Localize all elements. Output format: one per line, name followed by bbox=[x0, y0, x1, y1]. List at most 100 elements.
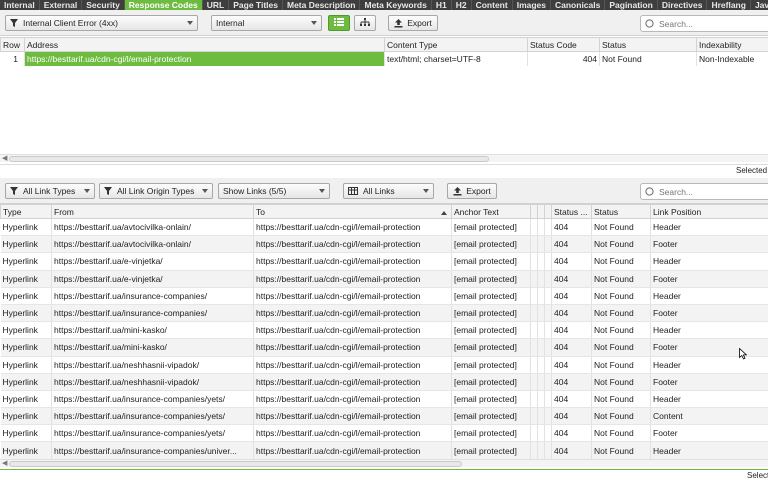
status-code-cell: 404 bbox=[551, 373, 592, 391]
bottom-export-button[interactable]: Export bbox=[447, 183, 497, 199]
empty-cell bbox=[537, 441, 545, 460]
bottom-horizontal-scrollbar[interactable]: ◀ bbox=[0, 459, 768, 467]
status-cell: Not Found bbox=[591, 321, 651, 340]
bottom-search-input[interactable] bbox=[657, 185, 757, 198]
column-header-address[interactable]: Address bbox=[24, 37, 385, 52]
tab-pagination[interactable]: Pagination bbox=[605, 0, 658, 10]
anchor-text-cell: [email protected] bbox=[451, 287, 531, 305]
column-header-content-type[interactable]: Content Type bbox=[384, 37, 528, 52]
from-url-cell: https://besttarif.ua/mini-kasko/ bbox=[51, 321, 254, 340]
table-row[interactable]: Hyperlink https://besttarif.ua/mini-kasko… bbox=[0, 321, 768, 340]
tab-meta-keywords[interactable]: Meta Keywords bbox=[360, 0, 432, 10]
tab-hreflang[interactable]: Hreflang bbox=[707, 0, 751, 10]
empty-cell bbox=[537, 424, 545, 443]
all-links-dropdown[interactable]: All Links bbox=[343, 183, 434, 199]
tab-security[interactable]: Security bbox=[82, 0, 125, 10]
empty-cell bbox=[530, 390, 538, 409]
show-links-dropdown[interactable]: Show Links (5/5) bbox=[218, 183, 330, 199]
tab-external[interactable]: External bbox=[40, 0, 83, 10]
scroll-left-icon[interactable]: ◀ bbox=[2, 460, 7, 467]
column-header-blank[interactable] bbox=[530, 204, 538, 219]
link-position-cell: Footer bbox=[650, 304, 768, 323]
tab-h1[interactable]: H1 bbox=[432, 0, 452, 10]
table-row[interactable]: Hyperlink https://besttarif.ua/neshhasnii… bbox=[0, 356, 768, 374]
anchor-text-cell: [email protected] bbox=[451, 304, 531, 323]
table-row[interactable]: Hyperlink https://besttarif.ua/e-vinjetka… bbox=[0, 270, 768, 288]
link-origin-dropdown[interactable]: All Link Origin Types bbox=[99, 183, 213, 199]
table-row[interactable]: Hyperlink https://besttarif.ua/avtocivilk… bbox=[0, 218, 768, 237]
bottom-selected-status: Selected bbox=[747, 471, 768, 480]
indexability-cell: Non-Indexable bbox=[696, 51, 768, 66]
tab-meta-description[interactable]: Meta Description bbox=[283, 0, 361, 10]
tab-url[interactable]: URL bbox=[203, 0, 230, 10]
search-field[interactable] bbox=[640, 15, 768, 32]
tab-h2[interactable]: H2 bbox=[452, 0, 472, 10]
column-header-anchor-text[interactable]: Anchor Text bbox=[451, 204, 531, 219]
tab-content[interactable]: Content bbox=[472, 0, 513, 10]
table-row[interactable]: Hyperlink https://besttarif.ua/insurance-… bbox=[0, 424, 768, 443]
link-position-cell: Header bbox=[650, 287, 768, 305]
tab-images[interactable]: Images bbox=[513, 0, 551, 10]
anchor-text-cell: [email protected] bbox=[451, 407, 531, 426]
table-row[interactable]: Hyperlink https://besttarif.ua/insurance-… bbox=[0, 304, 768, 323]
column-header-status[interactable]: Status bbox=[591, 204, 651, 219]
table-row[interactable]: 1 https://besttarif.ua/cdn-cgi/l/email-p… bbox=[0, 51, 768, 66]
column-header-blank[interactable] bbox=[544, 204, 552, 219]
list-view-button[interactable] bbox=[328, 15, 350, 31]
export-icon bbox=[394, 18, 403, 28]
empty-cell bbox=[537, 338, 545, 357]
to-url-cell: https://besttarif.ua/cdn-cgi/l/email-pro… bbox=[253, 424, 452, 443]
tab-javascript[interactable]: JavaScript bbox=[751, 0, 768, 10]
scrollbar-thumb[interactable] bbox=[9, 156, 489, 162]
empty-cell bbox=[537, 321, 545, 340]
tree-view-button[interactable] bbox=[354, 15, 376, 31]
column-header-status[interactable]: Status bbox=[599, 37, 697, 52]
tab-page-titles[interactable]: Page Titles bbox=[229, 0, 283, 10]
column-header-status-code[interactable]: Status Code bbox=[527, 37, 600, 52]
column-header-link-position[interactable]: Link Position bbox=[650, 204, 768, 219]
search-input[interactable] bbox=[657, 17, 757, 30]
column-header-type[interactable]: Type bbox=[0, 204, 52, 219]
table-row[interactable]: Hyperlink https://besttarif.ua/insurance-… bbox=[0, 441, 768, 460]
link-origin-label: All Link Origin Types bbox=[117, 186, 195, 196]
column-header-indexability[interactable]: Indexability bbox=[696, 37, 768, 52]
empty-cell bbox=[537, 252, 545, 271]
empty-cell bbox=[530, 252, 538, 271]
tab-canonicals[interactable]: Canonicals bbox=[551, 0, 606, 10]
empty-cell bbox=[530, 424, 538, 443]
table-row[interactable]: Hyperlink https://besttarif.ua/insurance-… bbox=[0, 407, 768, 426]
empty-cell bbox=[544, 373, 552, 391]
filter-dropdown[interactable]: Internal Client Error (4xx) bbox=[5, 15, 198, 31]
empty-cell bbox=[544, 304, 552, 323]
top-horizontal-scrollbar[interactable]: ◀ bbox=[0, 154, 768, 162]
tab-directives[interactable]: Directives bbox=[658, 0, 708, 10]
empty-cell bbox=[544, 407, 552, 426]
empty-cell bbox=[537, 235, 545, 254]
scroll-left-icon[interactable]: ◀ bbox=[2, 155, 7, 162]
link-types-dropdown[interactable]: All Link Types bbox=[5, 183, 95, 199]
scrollbar-thumb[interactable] bbox=[9, 461, 462, 467]
bottom-search-field[interactable] bbox=[640, 183, 768, 200]
table-row[interactable]: Hyperlink https://besttarif.ua/avtocivilk… bbox=[0, 235, 768, 254]
show-links-label: Show Links (5/5) bbox=[223, 186, 287, 196]
tab-response-codes[interactable]: Response Codes bbox=[124, 0, 203, 10]
address-cell[interactable]: https://besttarif.ua/cdn-cgi/l/email-pro… bbox=[24, 51, 385, 66]
table-row[interactable]: Hyperlink https://besttarif.ua/insurance-… bbox=[0, 390, 768, 409]
table-row[interactable]: Hyperlink https://besttarif.ua/e-vinjetka… bbox=[0, 252, 768, 271]
table-row[interactable]: Hyperlink https://besttarif.ua/insurance-… bbox=[0, 287, 768, 305]
empty-cell bbox=[530, 338, 538, 357]
column-header-blank[interactable] bbox=[537, 204, 545, 219]
link-position-cell: Content bbox=[650, 407, 768, 426]
export-button[interactable]: Export bbox=[388, 15, 438, 31]
tab-internal[interactable]: Internal bbox=[0, 0, 40, 10]
table-row[interactable]: Hyperlink https://besttarif.ua/neshhasnii… bbox=[0, 373, 768, 391]
column-header-from[interactable]: From bbox=[51, 204, 254, 219]
link-position-cell: Footer bbox=[650, 373, 768, 391]
table-row[interactable]: Hyperlink https://besttarif.ua/mini-kasko… bbox=[0, 338, 768, 357]
column-header-to[interactable]: To bbox=[253, 204, 452, 219]
table-header-row: Type From To Anchor Text Status ... Stat… bbox=[0, 204, 768, 219]
scope-dropdown[interactable]: Internal bbox=[211, 15, 322, 31]
column-header-row[interactable]: Row bbox=[0, 37, 25, 52]
anchor-text-cell: [email protected] bbox=[451, 270, 531, 288]
column-header-status-code[interactable]: Status ... bbox=[551, 204, 592, 219]
